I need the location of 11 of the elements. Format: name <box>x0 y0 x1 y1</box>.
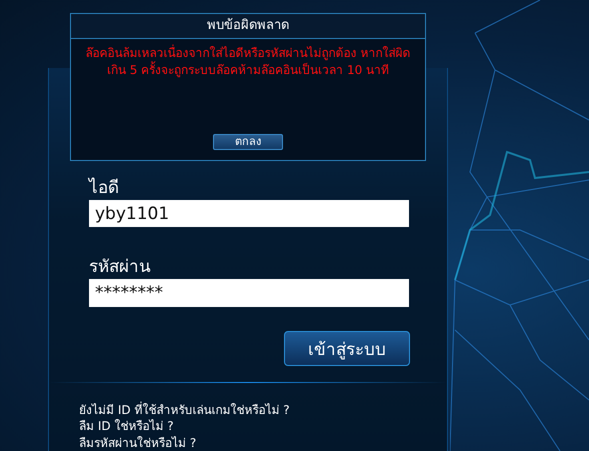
id-field[interactable]: yby1101 <box>89 200 409 228</box>
help-link[interactable]: ยังไม่มี ID ที่ใช้สำหรับเล่นเกมใช่หรือไม่ ? <box>79 402 407 418</box>
password-field[interactable]: ******** <box>89 279 409 307</box>
help-link[interactable]: ลืมรหัสผ่านใช่หรือไม่ ? <box>79 434 407 451</box>
dialog-title: พบข้อผิดพลาด <box>71 14 425 39</box>
id-label: ไอดี <box>89 176 119 200</box>
help-link[interactable]: ลืม ID ใช่หรือไม่ ? <box>79 418 407 434</box>
login-button[interactable]: เข้าสู่ระบบ <box>284 330 410 366</box>
password-label: รหัสผ่าน <box>89 256 152 280</box>
ok-button[interactable]: ตกลง <box>213 134 283 150</box>
error-message: ล๊อคอินล้มเหลวเนื่องจากใส่ไอดีหรือรหัสผ่านไม่ถูกต้อง หากใส่ผิดเกิน 5 ครั้งจะถูกระบบล๊อคห้ามล๊อคอินเป็นเวลา 10 นาที <box>84 45 412 79</box>
